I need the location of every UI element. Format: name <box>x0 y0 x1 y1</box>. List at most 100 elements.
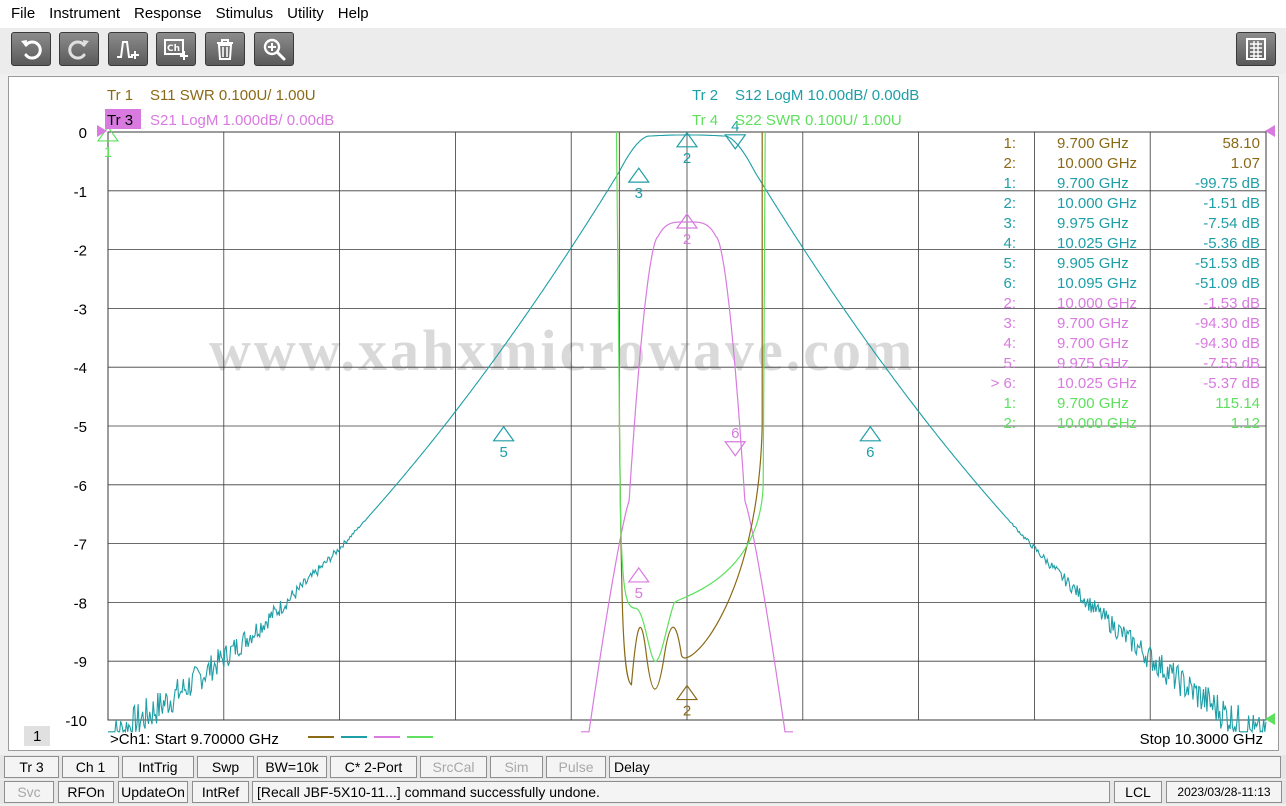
tr2-label[interactable]: S12 LogM 10.00dB/ 0.00dB <box>735 87 919 104</box>
menu-instrument[interactable]: Instrument <box>42 0 127 28</box>
marker-number: 5 <box>499 444 507 461</box>
add-channel-button[interactable]: Ch <box>156 32 196 66</box>
softkey-bar: Tr 3 Ch 1 IntTrig Swp BW=10k C* 2-Port SrcCal S… <box>0 755 1286 779</box>
marker-readout-number: 2: <box>1003 295 1016 312</box>
marker-readout-number: 1: <box>1003 175 1016 192</box>
marker-add-icon <box>117 41 139 59</box>
marker-readout-frequency: 9.905 GHz <box>1057 255 1129 272</box>
status-svc[interactable]: Svc <box>4 781 54 803</box>
undo-button[interactable] <box>11 32 51 66</box>
marker-number: 2 <box>683 150 691 167</box>
marker-readout-value: -51.53 dB <box>1195 255 1260 272</box>
marker-readout-frequency: 10.000 GHz <box>1057 415 1137 432</box>
status-message: [Recall JBF-5X10-11...] command successf… <box>252 781 1110 803</box>
marker-number: 1 <box>104 144 112 161</box>
start-frequency-label[interactable]: >Ch1: Start 9.70000 GHz <box>110 731 279 748</box>
tr3-label[interactable]: S21 LogM 1.000dB/ 0.00dB <box>150 112 334 129</box>
add-marker-button[interactable] <box>108 32 148 66</box>
softkey-sim[interactable]: Sim <box>490 756 543 778</box>
measurement-display[interactable]: www.xahxmicrowave.com 0 -1 -2 -3 -4 -5 -6 -7 -8 -… <box>8 76 1279 751</box>
trace-s11-swr <box>618 132 763 690</box>
marker-readout-frequency: 9.700 GHz <box>1057 175 1129 192</box>
marker-readout-value: -7.54 dB <box>1203 215 1260 232</box>
marker-readout-number: 4: <box>1003 335 1016 352</box>
softkey-inttrig[interactable]: IntTrig <box>122 756 194 778</box>
marker-readout-frequency: 10.025 GHz <box>1057 375 1137 392</box>
marker-readout-value: -1.51 dB <box>1203 195 1260 212</box>
marker-triangle[interactable] <box>627 566 650 583</box>
menu-file[interactable]: File <box>4 0 42 28</box>
marker-readout-frequency: 9.975 GHz <box>1057 355 1129 372</box>
marker-readout-value: -51.09 dB <box>1195 275 1260 292</box>
toolbar: Ch <box>0 28 1286 74</box>
marker-readout-value: -99.75 dB <box>1195 175 1260 192</box>
y-axis-label: -9 <box>74 654 87 671</box>
redo-button[interactable] <box>59 32 99 66</box>
delete-button[interactable] <box>205 32 245 66</box>
marker-readout-number: 1: <box>1003 395 1016 412</box>
status-rfon[interactable]: RFOn <box>58 781 114 803</box>
marker-readout-number: 3: <box>1003 215 1016 232</box>
softkey-menu-button[interactable] <box>1236 32 1276 66</box>
tr2-id[interactable]: Tr 2 <box>692 87 718 104</box>
marker-readout-value: -5.36 dB <box>1203 235 1260 252</box>
stop-frequency-label[interactable]: Stop 10.3000 GHz <box>1140 731 1263 748</box>
y-axis-label: -10 <box>65 713 87 730</box>
marker-readout-number: 6: <box>1003 275 1016 292</box>
vna-application: File Instrument Response Stimulus Utilit… <box>0 0 1286 806</box>
y-axis-label: -3 <box>74 301 87 318</box>
marker-readout-value: -94.30 dB <box>1195 315 1260 332</box>
marker-readout-number: 2: <box>1003 155 1016 172</box>
zoom-button[interactable] <box>254 32 294 66</box>
marker-readout-frequency: 10.000 GHz <box>1057 195 1137 212</box>
channel-add-icon: Ch <box>164 39 188 60</box>
softkey-ch-1[interactable]: Ch 1 <box>62 756 119 778</box>
tr4-label[interactable]: S22 SWR 0.100U/ 1.00U <box>735 112 902 129</box>
softkey-tr-3[interactable]: Tr 3 <box>4 756 59 778</box>
softkey-srccal[interactable]: SrcCal <box>420 756 487 778</box>
marker-readout-frequency: 10.000 GHz <box>1057 295 1137 312</box>
svg-text:Ch: Ch <box>167 44 180 54</box>
y-axis-label: -5 <box>74 419 87 436</box>
marker-triangle[interactable] <box>859 425 882 442</box>
marker-readout-value: -5.37 dB <box>1203 375 1260 392</box>
menu-utility[interactable]: Utility <box>280 0 331 28</box>
softkey-pulse[interactable]: Pulse <box>546 756 606 778</box>
marker-readout-value: -7.55 dB <box>1203 355 1260 372</box>
y-axis-label: 0 <box>79 125 87 142</box>
marker-readout-number: > 6: <box>991 375 1016 392</box>
softkey-c-2-port[interactable]: C* 2-Port <box>330 756 417 778</box>
marker-readout-number: 2: <box>1003 195 1016 212</box>
tr4-id[interactable]: Tr 4 <box>692 112 718 129</box>
marker-readout-frequency: 9.700 GHz <box>1057 315 1129 332</box>
trace-plot[interactable]: www.xahxmicrowave.com 0 -1 -2 -3 -4 -5 -6 -7 -8 -… <box>9 77 1280 752</box>
softkey-delay[interactable]: Delay <box>609 756 1281 778</box>
tr1-label[interactable]: S11 SWR 0.100U/ 1.00U <box>150 87 316 104</box>
marker-readout-value: 115.14 <box>1215 395 1260 412</box>
tr3-id[interactable]: Tr 3 <box>107 112 133 129</box>
status-updateon[interactable]: UpdateOn <box>118 781 188 803</box>
marker-number: 3 <box>635 185 643 202</box>
marker-readout-number: 1: <box>1003 135 1016 152</box>
status-intref[interactable]: IntRef <box>192 781 249 803</box>
marker-triangle[interactable] <box>627 167 650 183</box>
menu-bar: File Instrument Response Stimulus Utilit… <box>0 0 1286 28</box>
marker-readout-table: 1: 9.700 GHz 58.10 2: 10.000 GHz 1.07 1: 9.700 … <box>991 135 1260 432</box>
softkey-swp[interactable]: Swp <box>197 756 254 778</box>
menu-stimulus[interactable]: Stimulus <box>209 0 281 28</box>
marker-readout-number: 3: <box>1003 315 1016 332</box>
menu-response[interactable]: Response <box>127 0 209 28</box>
marker-readout-number: 2: <box>1003 415 1016 432</box>
y-axis-label: -1 <box>74 184 87 201</box>
marker-readout-frequency: 9.700 GHz <box>1057 395 1129 412</box>
status-lcl[interactable]: LCL <box>1114 781 1162 803</box>
menu-help[interactable]: Help <box>331 0 376 28</box>
y-axis-label: -6 <box>74 478 87 495</box>
status-datetime: 2023/03/28-11:13 <box>1166 781 1282 803</box>
marker-readout-value: 58.10 <box>1222 135 1260 152</box>
marker-readout-frequency: 9.700 GHz <box>1057 335 1129 352</box>
channel-number: 1 <box>33 728 41 745</box>
tr1-id[interactable]: Tr 1 <box>107 87 133 104</box>
softkey-bw-10k[interactable]: BW=10k <box>257 756 327 778</box>
marker-triangle[interactable] <box>492 425 515 442</box>
